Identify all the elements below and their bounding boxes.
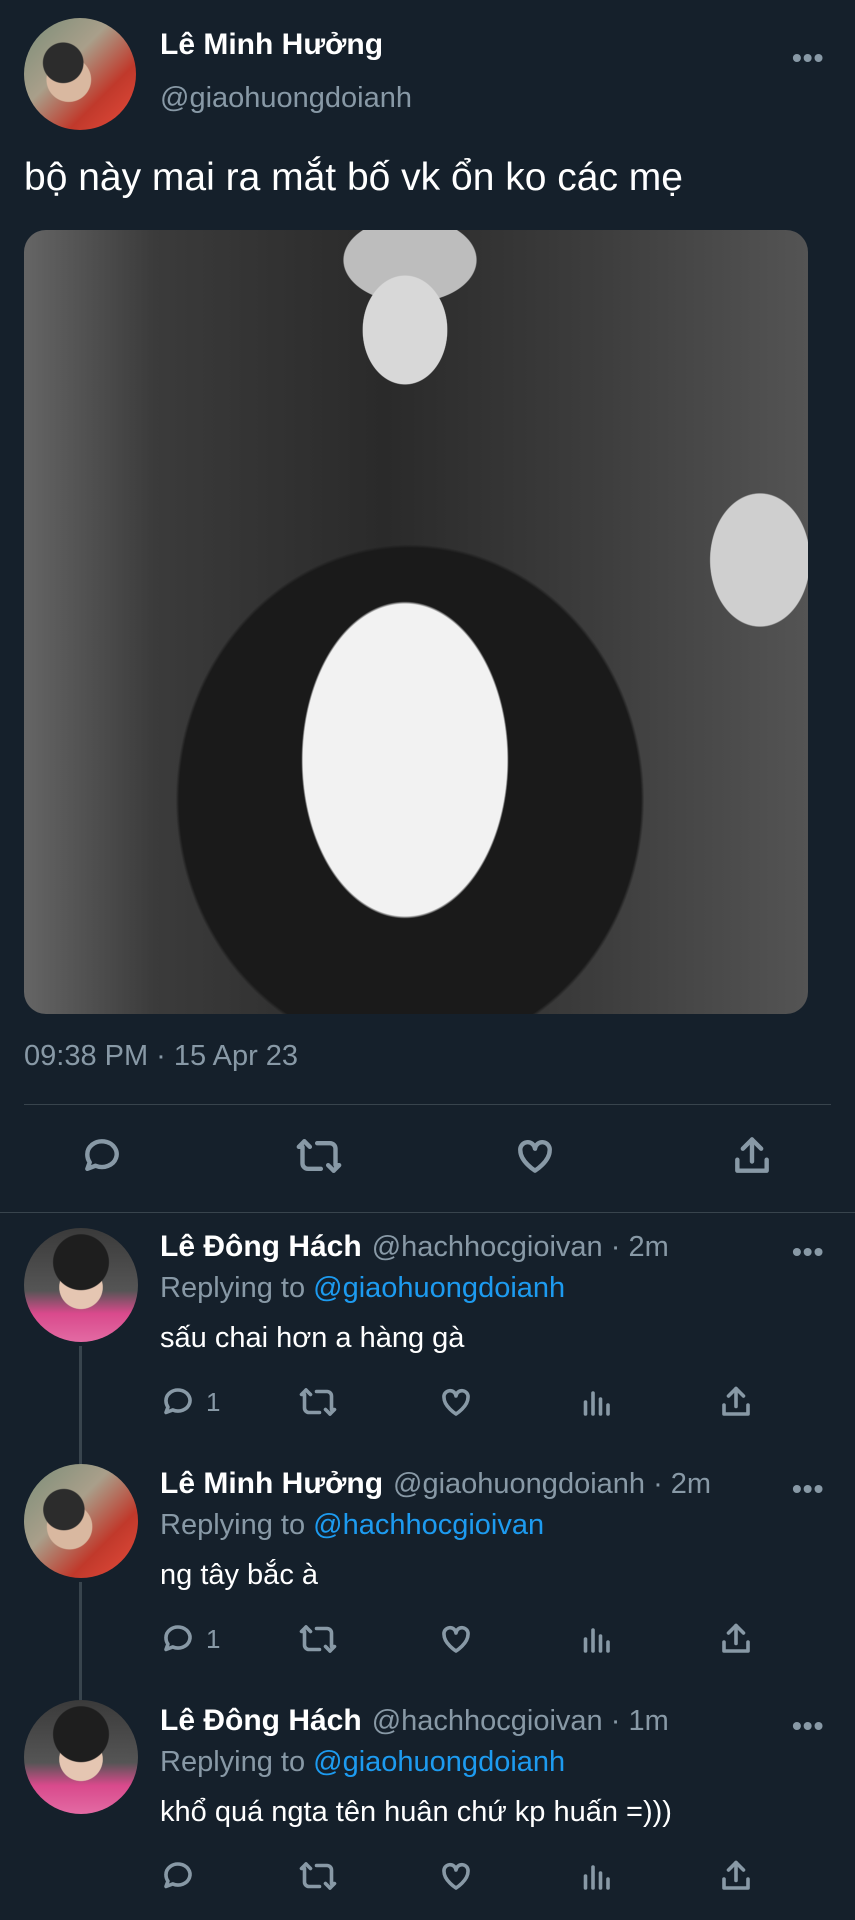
share-icon <box>722 1623 750 1653</box>
replying-prefix: Replying to <box>160 1746 314 1778</box>
reply-icon <box>164 1388 192 1415</box>
like-button[interactable] <box>438 1384 474 1420</box>
replying-to: Replying to @giaohuongdoianh <box>160 1746 565 1779</box>
replying-prefix: Replying to <box>160 1272 314 1304</box>
reply-count: 1 <box>206 1623 221 1654</box>
reply-author-handle[interactable]: @giaohuongdoianh · 2m <box>393 1468 711 1501</box>
reply-avatar[interactable] <box>24 1228 138 1342</box>
author-name[interactable]: Lê Minh Hưởng <box>160 28 383 62</box>
reply-avatar[interactable] <box>24 1700 138 1814</box>
analytics-button[interactable] <box>578 1858 614 1894</box>
more-icon[interactable]: ••• <box>792 42 824 74</box>
reply-header: Lê Đông Hách @hachhocgioivan · 2m <box>160 1230 669 1264</box>
analytics-icon <box>583 1865 610 1890</box>
analytics-button[interactable] <box>578 1384 614 1420</box>
retweet-button[interactable] <box>294 1134 344 1178</box>
reply-author-name[interactable]: Lê Minh Hưởng <box>160 1467 383 1501</box>
retweet-button[interactable] <box>298 1384 338 1420</box>
reply-actions: 1 <box>160 1384 760 1424</box>
retweet-icon <box>299 1625 337 1653</box>
like-icon <box>442 1625 470 1653</box>
replying-to: Replying to @hachhocgioivan <box>160 1509 544 1542</box>
divider <box>0 1212 855 1213</box>
analytics-icon <box>583 1628 610 1653</box>
like-icon <box>442 1388 470 1416</box>
reply-button[interactable]: 1 <box>160 1384 220 1420</box>
reply-button[interactable]: 1 <box>160 1621 220 1657</box>
author-avatar[interactable] <box>24 18 136 130</box>
replying-prefix: Replying to <box>160 1509 314 1541</box>
share-button[interactable] <box>730 1134 774 1178</box>
share-button[interactable] <box>718 1384 754 1420</box>
reply-author-handle[interactable]: @hachhocgioivan · 2m <box>372 1231 669 1264</box>
reply-avatar[interactable] <box>24 1464 138 1578</box>
share-icon <box>722 1386 750 1416</box>
thread-line <box>79 1346 82 1464</box>
replying-to-link[interactable]: @hachhocgioivan <box>313 1509 544 1541</box>
like-button[interactable] <box>512 1134 558 1178</box>
reply-icon <box>164 1862 192 1889</box>
like-button[interactable] <box>438 1621 474 1657</box>
more-icon[interactable]: ••• <box>792 1473 824 1505</box>
reply-button[interactable] <box>160 1858 206 1894</box>
reply-icon <box>164 1625 192 1652</box>
tweet-photo[interactable] <box>24 230 808 1014</box>
retweet-button[interactable] <box>298 1621 338 1657</box>
tweet-timestamp[interactable]: 09:38 PM · 15 Apr 23 <box>24 1040 298 1073</box>
reply-text: sấu chai hơn a hàng gà <box>160 1322 465 1354</box>
retweet-icon <box>296 1139 342 1173</box>
reply-button[interactable] <box>80 1134 124 1178</box>
reply-text: khổ quá ngta tên huân chứ kp huấn =))) <box>160 1796 672 1828</box>
reply-author-name[interactable]: Lê Đông Hách <box>160 1230 362 1264</box>
replying-to-link[interactable]: @giaohuongdoianh <box>313 1746 565 1778</box>
like-icon <box>442 1862 470 1890</box>
reply-author-handle[interactable]: @hachhocgioivan · 1m <box>372 1705 669 1738</box>
retweet-icon <box>299 1388 337 1416</box>
tweet-text: bộ này mai ra mắt bố vk ổn ko các mẹ <box>24 156 683 199</box>
reply-header: Lê Minh Hưởng @giaohuongdoianh · 2m <box>160 1467 711 1501</box>
retweet-icon <box>299 1862 337 1890</box>
more-icon[interactable]: ••• <box>792 1236 824 1268</box>
reply-text: ng tây bắc à <box>160 1559 318 1591</box>
replying-to-link[interactable]: @giaohuongdoianh <box>313 1272 565 1304</box>
share-icon <box>722 1860 750 1890</box>
reply-actions <box>160 1858 760 1898</box>
reply-author-name[interactable]: Lê Đông Hách <box>160 1704 362 1738</box>
share-icon <box>735 1137 769 1173</box>
reply-count: 1 <box>206 1386 221 1417</box>
like-button[interactable] <box>438 1858 474 1894</box>
analytics-button[interactable] <box>578 1621 614 1657</box>
analytics-icon <box>583 1391 610 1416</box>
retweet-button[interactable] <box>298 1858 338 1894</box>
reply-header: Lê Đông Hách @hachhocgioivan · 1m <box>160 1704 669 1738</box>
replying-to: Replying to @giaohuongdoianh <box>160 1272 565 1305</box>
like-icon <box>518 1140 552 1173</box>
share-button[interactable] <box>718 1858 754 1894</box>
share-button[interactable] <box>718 1621 754 1657</box>
reply-actions: 1 <box>160 1621 760 1661</box>
divider <box>24 1104 831 1105</box>
more-icon[interactable]: ••• <box>792 1710 824 1742</box>
reply-icon <box>85 1139 119 1172</box>
author-handle[interactable]: @giaohuongdoianh <box>160 82 412 115</box>
thread-line <box>79 1582 82 1700</box>
